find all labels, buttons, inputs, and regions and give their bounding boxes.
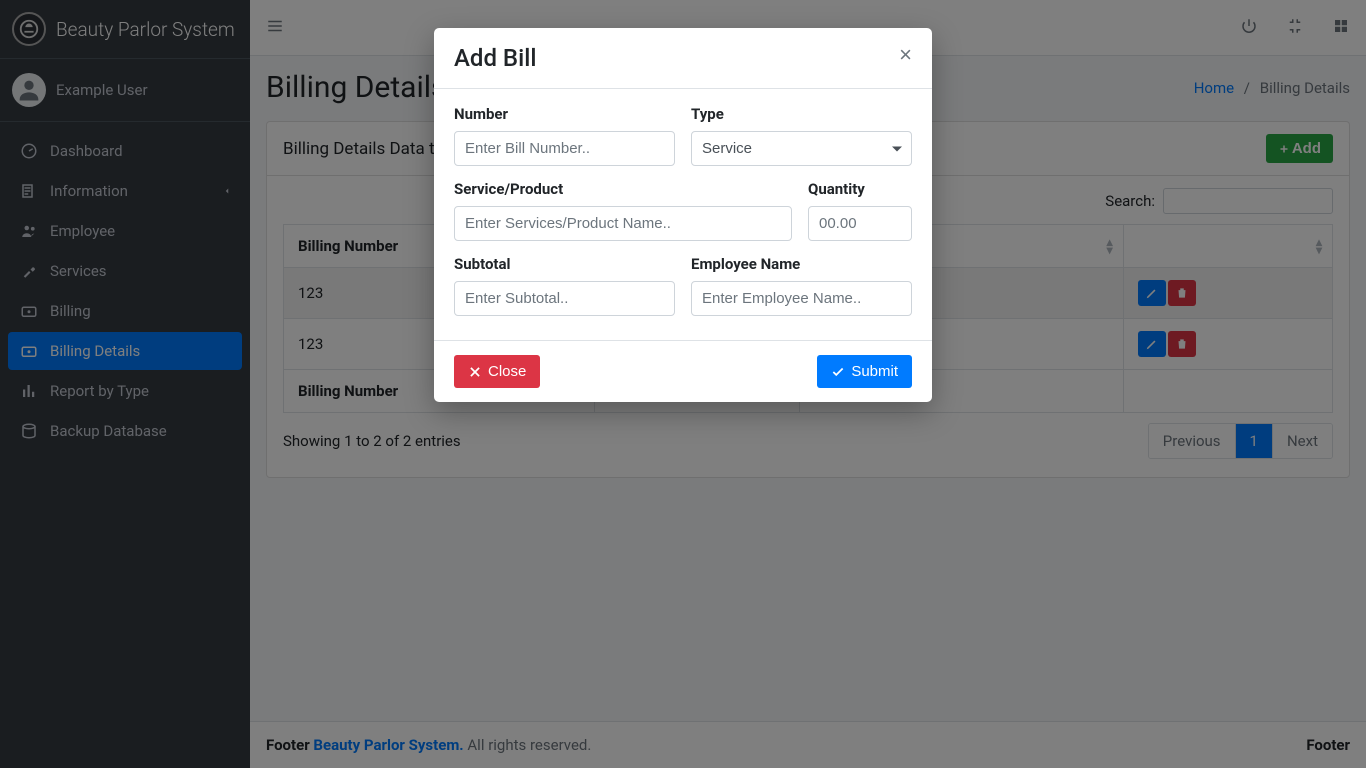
x-icon (468, 365, 482, 379)
subtotal-input[interactable] (454, 281, 675, 316)
close-icon[interactable]: × (899, 44, 912, 66)
employee-name-label: Employee Name (691, 255, 912, 273)
type-select[interactable]: Service (691, 131, 912, 166)
quantity-label: Quantity (808, 180, 912, 198)
quantity-input[interactable] (808, 206, 912, 241)
submit-button[interactable]: Submit (817, 355, 912, 388)
modal-add-bill: Add Bill × Number Type Service Service/P… (434, 28, 932, 402)
service-product-label: Service/Product (454, 180, 792, 198)
submit-button-label: Submit (851, 363, 898, 380)
close-button-label: Close (488, 363, 526, 380)
number-input[interactable] (454, 131, 675, 166)
employee-name-input[interactable] (691, 281, 912, 316)
modal-footer: Close Submit (434, 340, 932, 402)
check-icon (831, 365, 845, 379)
modal-body: Number Type Service Service/Product Quan… (434, 89, 932, 340)
subtotal-label: Subtotal (454, 255, 675, 273)
close-button[interactable]: Close (454, 355, 540, 388)
number-label: Number (454, 105, 675, 123)
service-product-input[interactable] (454, 206, 792, 241)
modal-header: Add Bill × (434, 28, 932, 89)
modal-title: Add Bill (454, 44, 536, 72)
type-label: Type (691, 105, 912, 123)
